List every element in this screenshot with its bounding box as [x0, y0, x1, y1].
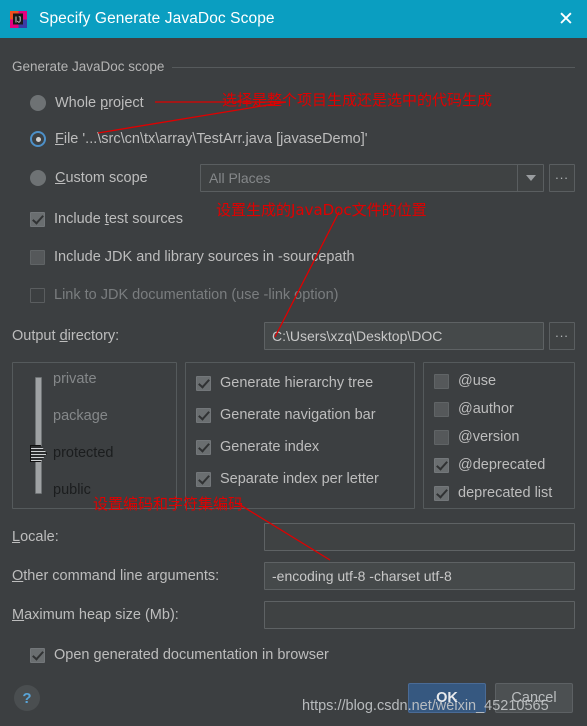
tag-options-panel: @use @author @version @deprecated deprec… — [423, 362, 575, 509]
output-directory-browse-button[interactable]: ... — [549, 322, 575, 350]
close-icon[interactable]: ✕ — [551, 4, 581, 34]
checkbox-label-link-jdk-doc: Link to JDK documentation (use -link opt… — [54, 287, 339, 303]
command-line-arguments-input[interactable] — [264, 562, 575, 590]
checkbox-label-version: @version — [458, 429, 520, 445]
custom-scope-combo-wrap: All Places ... — [200, 164, 575, 192]
checkbox-label-deprecated-list: deprecated list — [458, 485, 553, 501]
dialog-content: Generate JavaDoc scope Whole project Fil… — [0, 58, 587, 666]
max-heap-size-label: Maximum heap size (Mb): — [12, 607, 179, 623]
checkbox-label-separate-index-per-letter: Separate index per letter — [220, 471, 379, 487]
checkbox-include-test-sources[interactable] — [30, 211, 45, 227]
checkbox-label-generate-hierarchy-tree: Generate hierarchy tree — [220, 375, 374, 391]
checkbox-generate-hierarchy-tree[interactable] — [196, 375, 211, 391]
dialog-button-group: OK Cancel — [408, 683, 573, 713]
checkbox-row-include-test-sources[interactable]: Include test sources — [30, 208, 575, 230]
dialog-footer: ? OK Cancel — [0, 670, 587, 726]
checkbox-row-use[interactable]: @use — [434, 370, 564, 392]
command-line-arguments-row: Other command line arguments: — [12, 562, 575, 590]
checkbox-row-deprecated[interactable]: @deprecated — [434, 454, 564, 476]
ok-button[interactable]: OK — [408, 683, 486, 713]
svg-text:IJ: IJ — [15, 15, 21, 24]
max-heap-size-row: Maximum heap size (Mb): — [12, 601, 575, 629]
intellij-idea-icon: IJ — [10, 10, 27, 28]
custom-scope-value: All Places — [209, 170, 271, 186]
output-directory-label: Output directory: — [12, 328, 120, 344]
checkbox-generate-index[interactable] — [196, 439, 211, 455]
options-panels: private package protected public Generat… — [12, 362, 575, 509]
checkbox-row-include-jdk-sources[interactable]: Include JDK and library sources in -sour… — [30, 246, 575, 268]
locale-input[interactable] — [264, 523, 575, 551]
tag-options-list: @use @author @version @deprecated deprec… — [424, 363, 574, 508]
checkbox-generate-navigation-bar[interactable] — [196, 407, 211, 423]
checkbox-row-author[interactable]: @author — [434, 398, 564, 420]
generate-javadoc-dialog: IJ Specify Generate JavaDoc Scope ✕ Gene… — [0, 0, 587, 726]
max-heap-size-input[interactable] — [264, 601, 575, 629]
slider-label-private[interactable]: private — [53, 371, 97, 387]
locale-label: Locale: — [12, 529, 59, 545]
groupbox-legend: Generate JavaDoc scope — [12, 59, 173, 74]
window-title: Specify Generate JavaDoc Scope — [39, 10, 275, 27]
custom-scope-browse-button[interactable]: ... — [549, 164, 575, 192]
checkbox-label-generate-index: Generate index — [220, 439, 320, 455]
slider-label-public[interactable]: public — [53, 482, 91, 498]
radio-row-custom-scope[interactable]: Custom scope All Places ... — [30, 164, 575, 192]
output-directory-row: Output directory: ... — [12, 322, 575, 350]
checkbox-author[interactable] — [434, 401, 449, 417]
checkbox-deprecated-list[interactable] — [434, 485, 449, 501]
help-icon[interactable]: ? — [14, 685, 40, 711]
checkbox-row-generate-index[interactable]: Generate index — [196, 436, 404, 458]
radio-whole-project[interactable] — [30, 95, 46, 111]
output-directory-input[interactable] — [264, 322, 544, 350]
checkbox-open-in-browser[interactable] — [30, 647, 45, 663]
checkbox-row-link-jdk-doc[interactable]: Link to JDK documentation (use -link opt… — [30, 284, 575, 306]
checkbox-version[interactable] — [434, 429, 449, 445]
checkbox-link-jdk-doc[interactable] — [30, 287, 45, 303]
checkbox-use[interactable] — [434, 373, 449, 389]
slider-label-package[interactable]: package — [53, 408, 108, 424]
generate-options-list: Generate hierarchy tree Generate navigat… — [186, 363, 414, 508]
generate-options-panel: Generate hierarchy tree Generate navigat… — [185, 362, 415, 509]
checkbox-include-jdk-sources[interactable] — [30, 249, 45, 265]
checkbox-row-deprecated-list[interactable]: deprecated list — [434, 482, 564, 504]
checkbox-row-separate-index-per-letter[interactable]: Separate index per letter — [196, 468, 404, 490]
checkbox-label-author: @author — [458, 401, 514, 417]
checkbox-row-open-in-browser[interactable]: Open generated documentation in browser — [30, 644, 575, 666]
radio-custom-scope[interactable] — [30, 170, 46, 186]
checkbox-label-use: @use — [458, 373, 497, 389]
visibility-slider-thumb[interactable] — [30, 445, 47, 462]
chevron-down-icon[interactable] — [517, 165, 543, 191]
radio-row-file[interactable]: File '...\src\cn\tx\array\TestArr.java [… — [30, 128, 575, 150]
checkbox-label-open-in-browser: Open generated documentation in browser — [54, 647, 329, 663]
checkbox-label-include-test-sources: Include test sources — [54, 211, 183, 227]
radio-label-whole-project: Whole project — [55, 95, 144, 111]
visibility-slider-track[interactable] — [35, 377, 42, 494]
radio-row-whole-project[interactable]: Whole project — [30, 92, 575, 114]
checkbox-row-generate-navigation-bar[interactable]: Generate navigation bar — [196, 404, 404, 426]
checkbox-separate-index-per-letter[interactable] — [196, 471, 211, 487]
radio-label-custom-scope: Custom scope — [55, 170, 148, 186]
cancel-button[interactable]: Cancel — [495, 683, 573, 713]
checkbox-label-deprecated: @deprecated — [458, 457, 546, 473]
visibility-slider-panel: private package protected public — [12, 362, 177, 509]
checkbox-deprecated[interactable] — [434, 457, 449, 473]
slider-label-protected[interactable]: protected — [53, 445, 113, 461]
radio-label-file: File '...\src\cn\tx\array\TestArr.java [… — [55, 131, 368, 147]
scope-groupbox: Generate JavaDoc scope — [12, 58, 575, 76]
title-bar: IJ Specify Generate JavaDoc Scope ✕ — [0, 0, 587, 38]
checkbox-row-generate-hierarchy-tree[interactable]: Generate hierarchy tree — [196, 372, 404, 394]
radio-file[interactable] — [30, 131, 46, 147]
checkbox-label-generate-navigation-bar: Generate navigation bar — [220, 407, 376, 423]
locale-row: Locale: — [12, 523, 575, 551]
command-line-arguments-label: Other command line arguments: — [12, 568, 220, 584]
custom-scope-combo[interactable]: All Places — [200, 164, 544, 192]
checkbox-row-version[interactable]: @version — [434, 426, 564, 448]
checkbox-label-include-jdk-sources: Include JDK and library sources in -sour… — [54, 249, 355, 265]
